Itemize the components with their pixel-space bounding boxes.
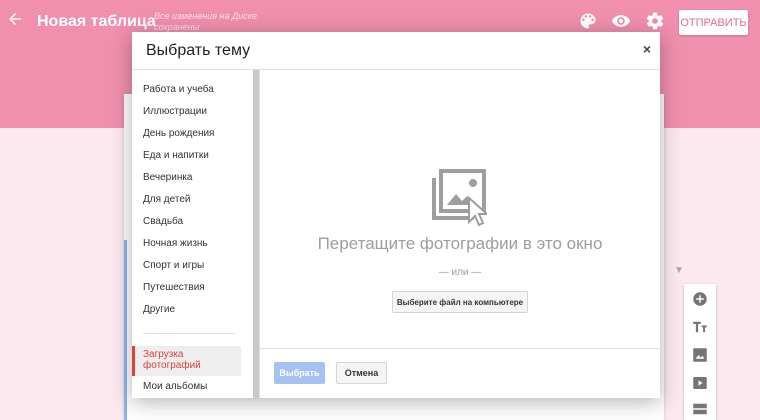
close-icon[interactable]: × [640,42,654,56]
video-icon[interactable] [691,374,709,392]
side-toolbar [684,284,716,420]
nav-item-wedding[interactable]: Свадьба [143,216,183,227]
or-separator: — или — [438,267,482,278]
page-title[interactable]: Новая таблица [37,13,156,31]
nav-item-upload-label: Загрузка фотографий [143,349,201,371]
nav-item-travel[interactable]: Путешествия [143,282,205,293]
nav-item-illustrations[interactable]: Иллюстрации [143,106,207,117]
divider [259,348,660,349]
select-button[interactable]: Выбрать [274,362,325,384]
add-icon[interactable] [691,290,709,308]
eye-icon[interactable] [611,11,631,31]
nav-item-sport[interactable]: Спорт и игры [143,260,204,271]
section-icon[interactable] [691,400,709,418]
send-button[interactable]: ОТПРАВИТЬ [679,10,748,35]
nav-item-party[interactable]: Вечеринка [143,172,193,183]
nav-item-birthday[interactable]: День рождения [143,128,214,139]
nav-separator [143,333,235,334]
nav-item-food[interactable]: Еда и напитки [143,150,209,161]
nav-item-my-albums[interactable]: Мои альбомы [143,381,207,392]
question-accent [124,240,127,420]
choose-file-button[interactable]: Выберите файл на компьютере [392,291,528,313]
photos-icon [431,168,490,228]
dialog-title: Выбрать тему [146,42,251,59]
save-status: Все изменения на Диске сохранены [154,11,258,32]
nav-item-other[interactable]: Другие [143,304,175,315]
theme-dialog: Выбрать тему × Работа и учеба Иллюстраци… [132,32,660,398]
nav-item-nightlife[interactable]: Ночная жизнь [143,238,208,249]
cancel-button[interactable]: Отмена [336,362,387,384]
text-icon[interactable] [691,318,709,336]
back-arrow-icon[interactable] [4,10,26,32]
drop-zone-text: Перетащите фотографии в это окно [317,234,603,253]
image-icon[interactable] [691,346,709,364]
nav-item-kids[interactable]: Для детей [143,194,190,205]
chevron-down-icon[interactable]: ▼ [668,262,690,280]
palette-icon[interactable] [578,11,598,31]
gear-icon[interactable] [645,11,665,31]
nav-item-work[interactable]: Работа и учеба [143,84,214,95]
